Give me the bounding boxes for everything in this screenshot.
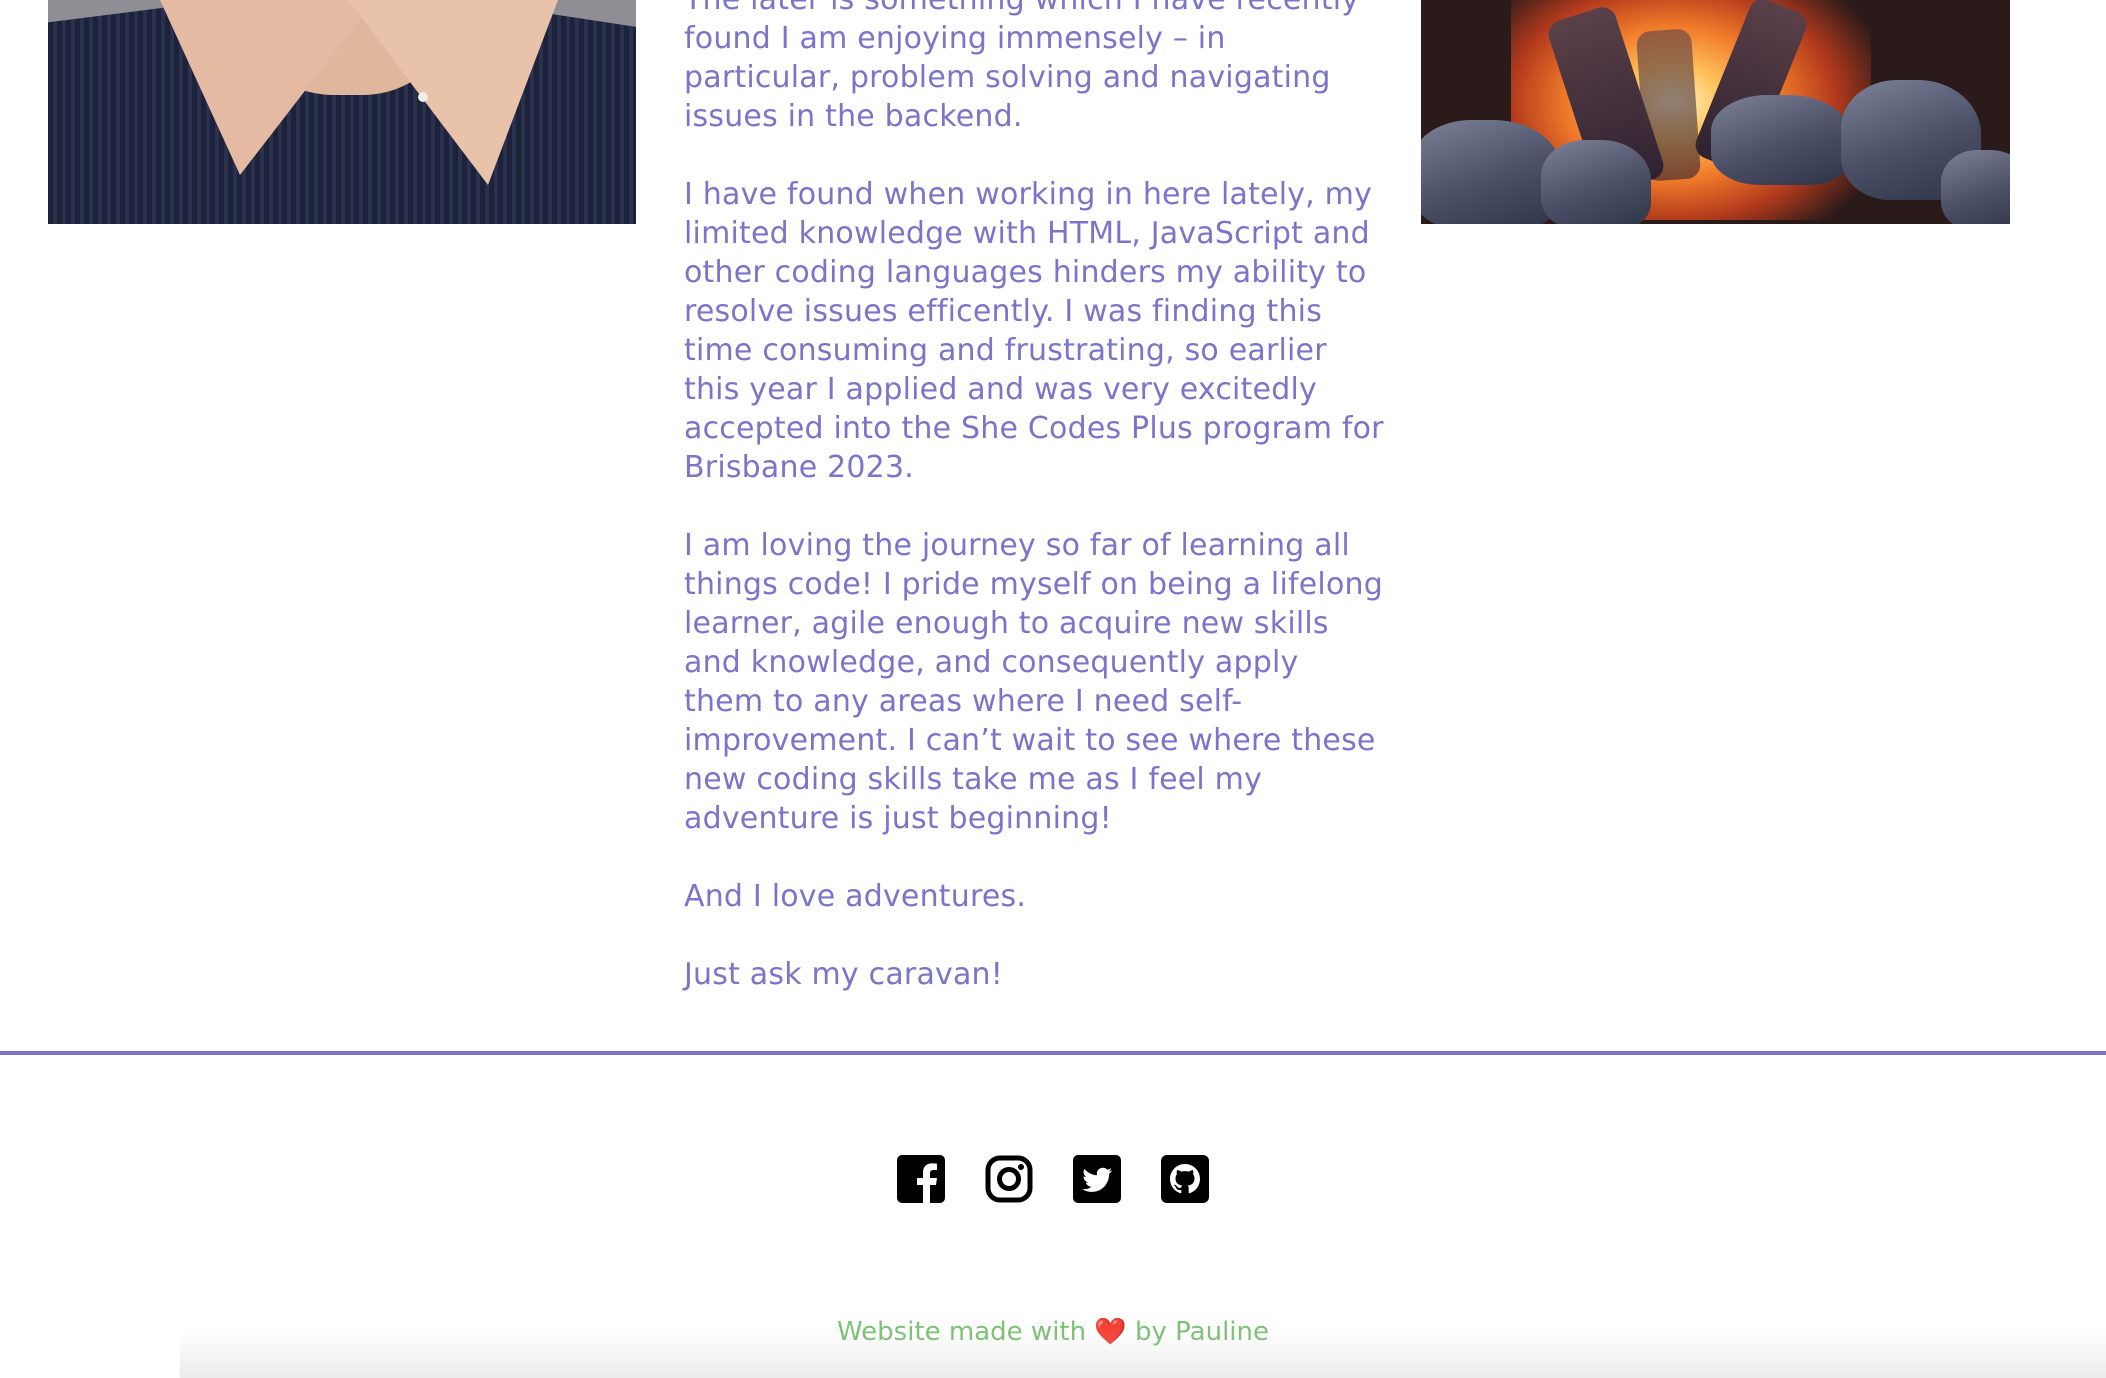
about-paragraph-4: And I love adventures. [684,879,1027,914]
campfire-photo [1421,0,2010,224]
twitter-icon [1073,1155,1121,1203]
social-links [0,1155,2106,1203]
twitter-link[interactable] [1073,1155,1121,1203]
about-paragraph-2: I have found when working in here lately… [684,177,1384,485]
instagram-link[interactable] [985,1155,1033,1203]
instagram-icon [985,1155,1033,1203]
section-divider [0,1051,2106,1055]
about-text: The later is something which I have rece… [684,0,1384,1033]
facebook-icon [897,1155,945,1203]
facebook-link[interactable] [897,1155,945,1203]
footer-suffix: by Pauline [1126,1317,1269,1347]
portrait-photo [48,0,636,224]
about-paragraph-1: The later is something which I have rece… [684,0,1359,134]
heart-icon: ❤️ [1094,1317,1127,1347]
about-paragraph-5: Just ask my caravan! [684,957,1003,992]
footer-credit: Website made with ❤️ by Pauline [0,1314,2106,1350]
github-link[interactable] [1161,1155,1209,1203]
about-paragraph-3: I am loving the journey so far of learni… [684,528,1383,836]
footer-prefix: Website made with [837,1317,1095,1347]
page: The later is something which I have rece… [0,0,2106,1378]
github-icon [1161,1155,1209,1203]
